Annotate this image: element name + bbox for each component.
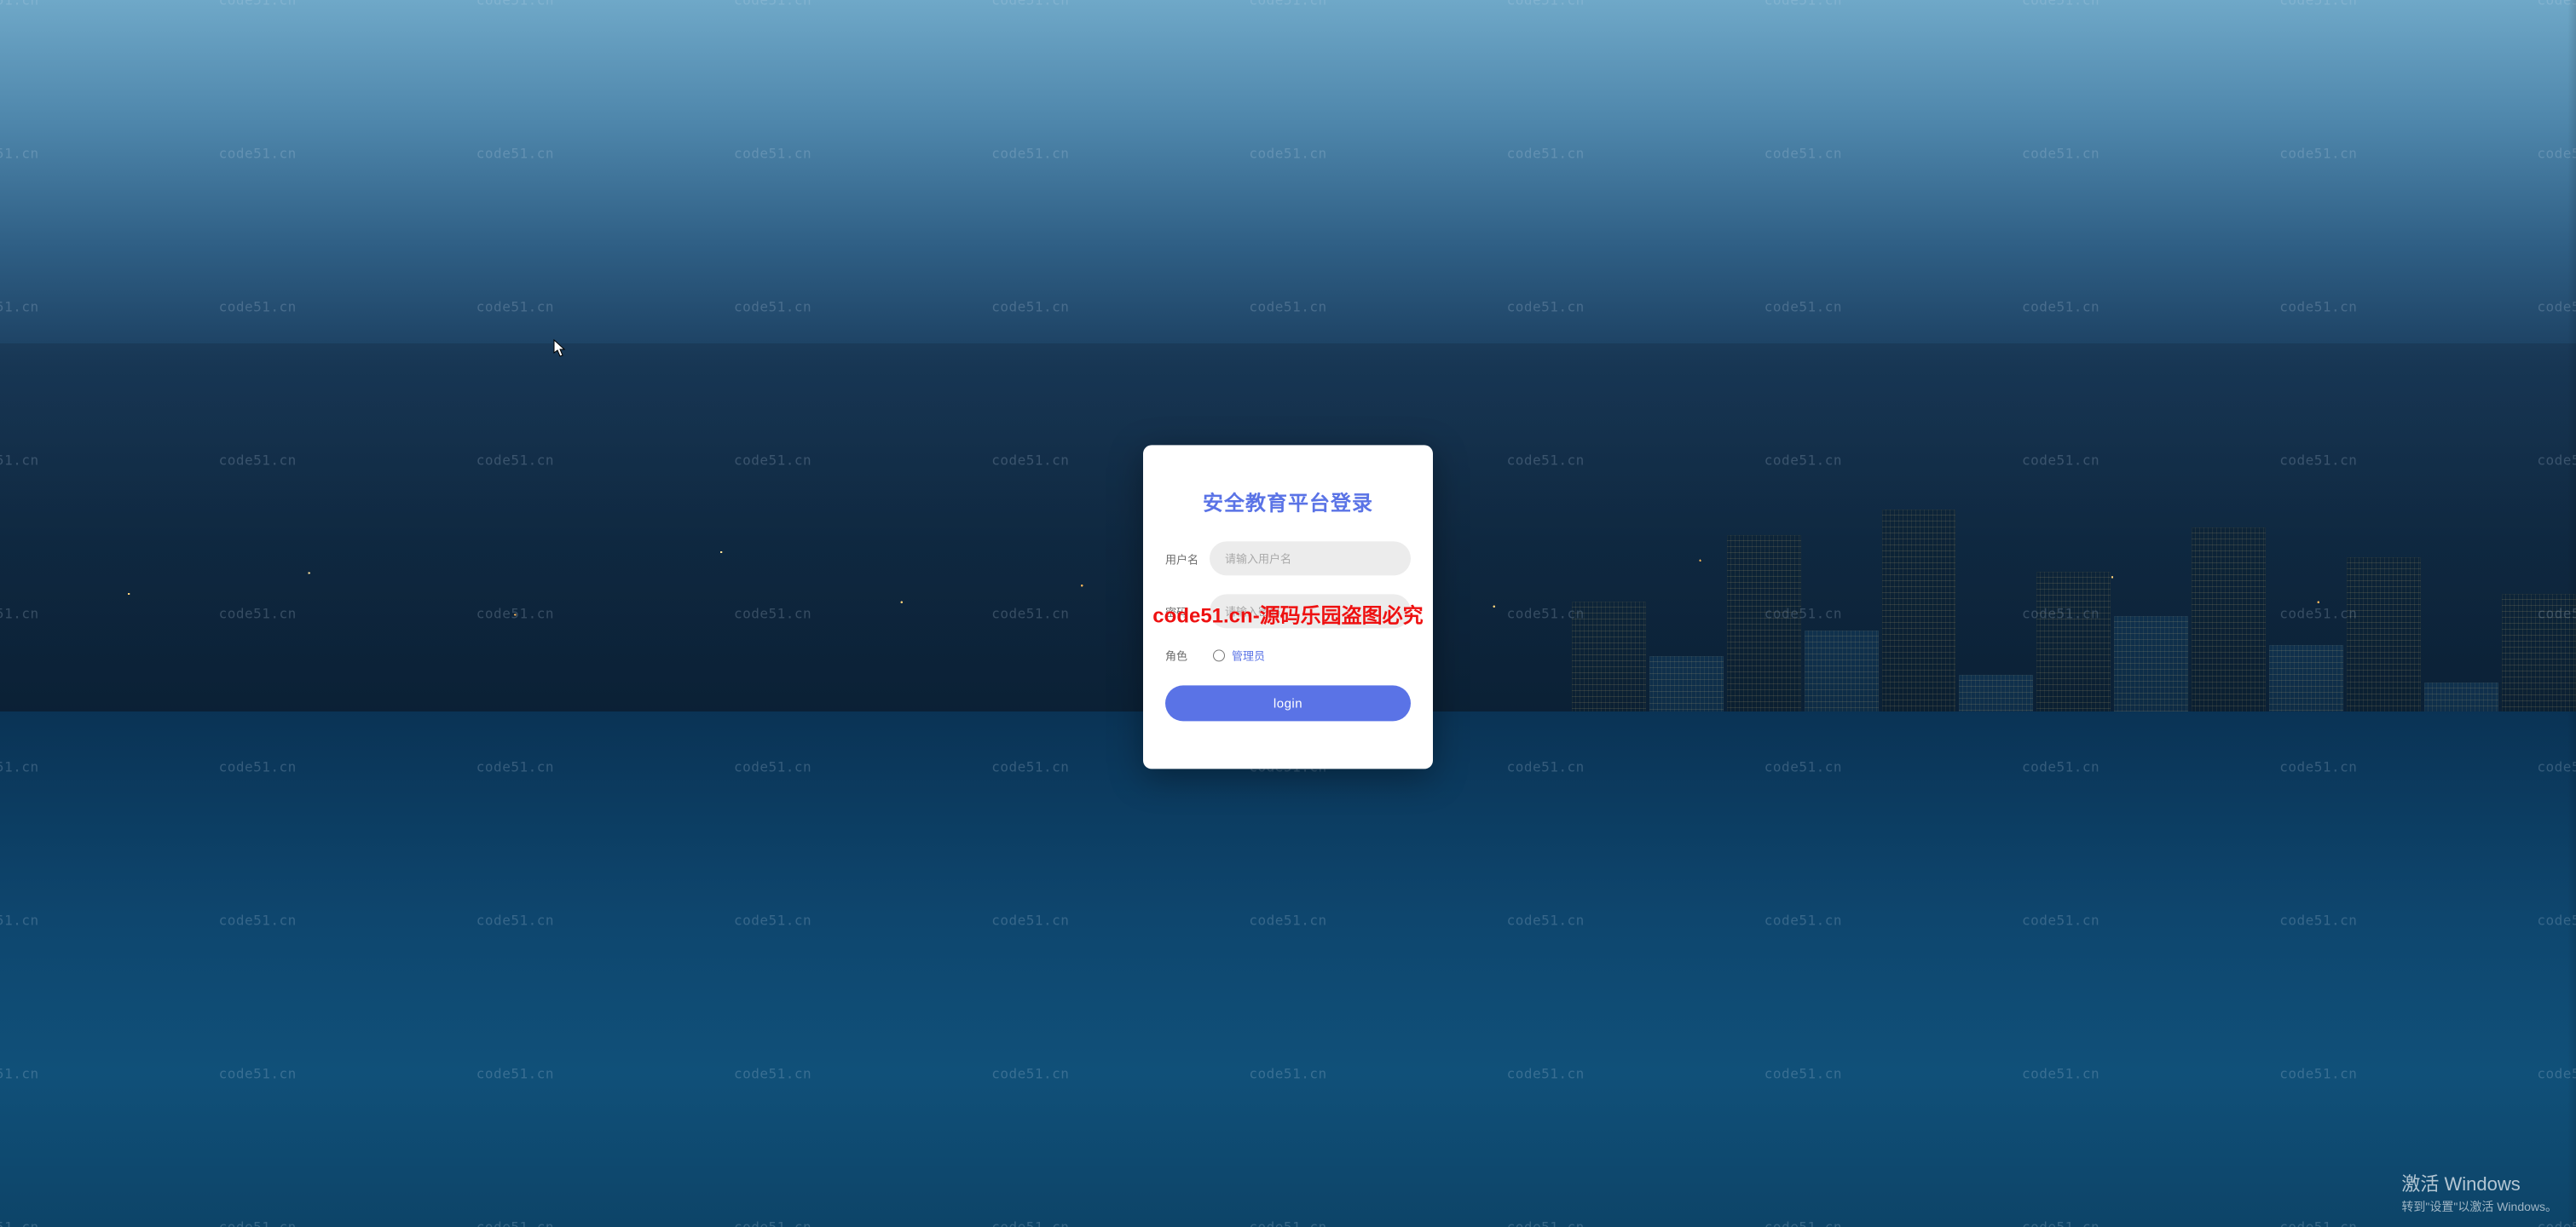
password-row: 密码 (1165, 594, 1411, 628)
role-admin-label[interactable]: 管理员 (1232, 647, 1265, 663)
bridge-decoration (0, 761, 1545, 1129)
role-row: 角色 管理员 (1165, 647, 1411, 663)
username-input[interactable] (1210, 541, 1411, 575)
login-title: 安全教育平台登录 (1165, 486, 1411, 516)
login-button[interactable]: login (1165, 685, 1411, 721)
skyline-decoration (1494, 491, 2576, 859)
username-row: 用户名 (1165, 541, 1411, 575)
role-admin-radio[interactable] (1213, 649, 1225, 661)
username-label: 用户名 (1165, 550, 1210, 567)
role-label: 角色 (1165, 647, 1210, 663)
password-input[interactable] (1210, 594, 1411, 628)
scrollbar-hint[interactable] (2567, 0, 2576, 1227)
login-card: 安全教育平台登录 用户名 密码 角色 管理员 login (1143, 445, 1433, 769)
password-label: 密码 (1165, 603, 1210, 619)
